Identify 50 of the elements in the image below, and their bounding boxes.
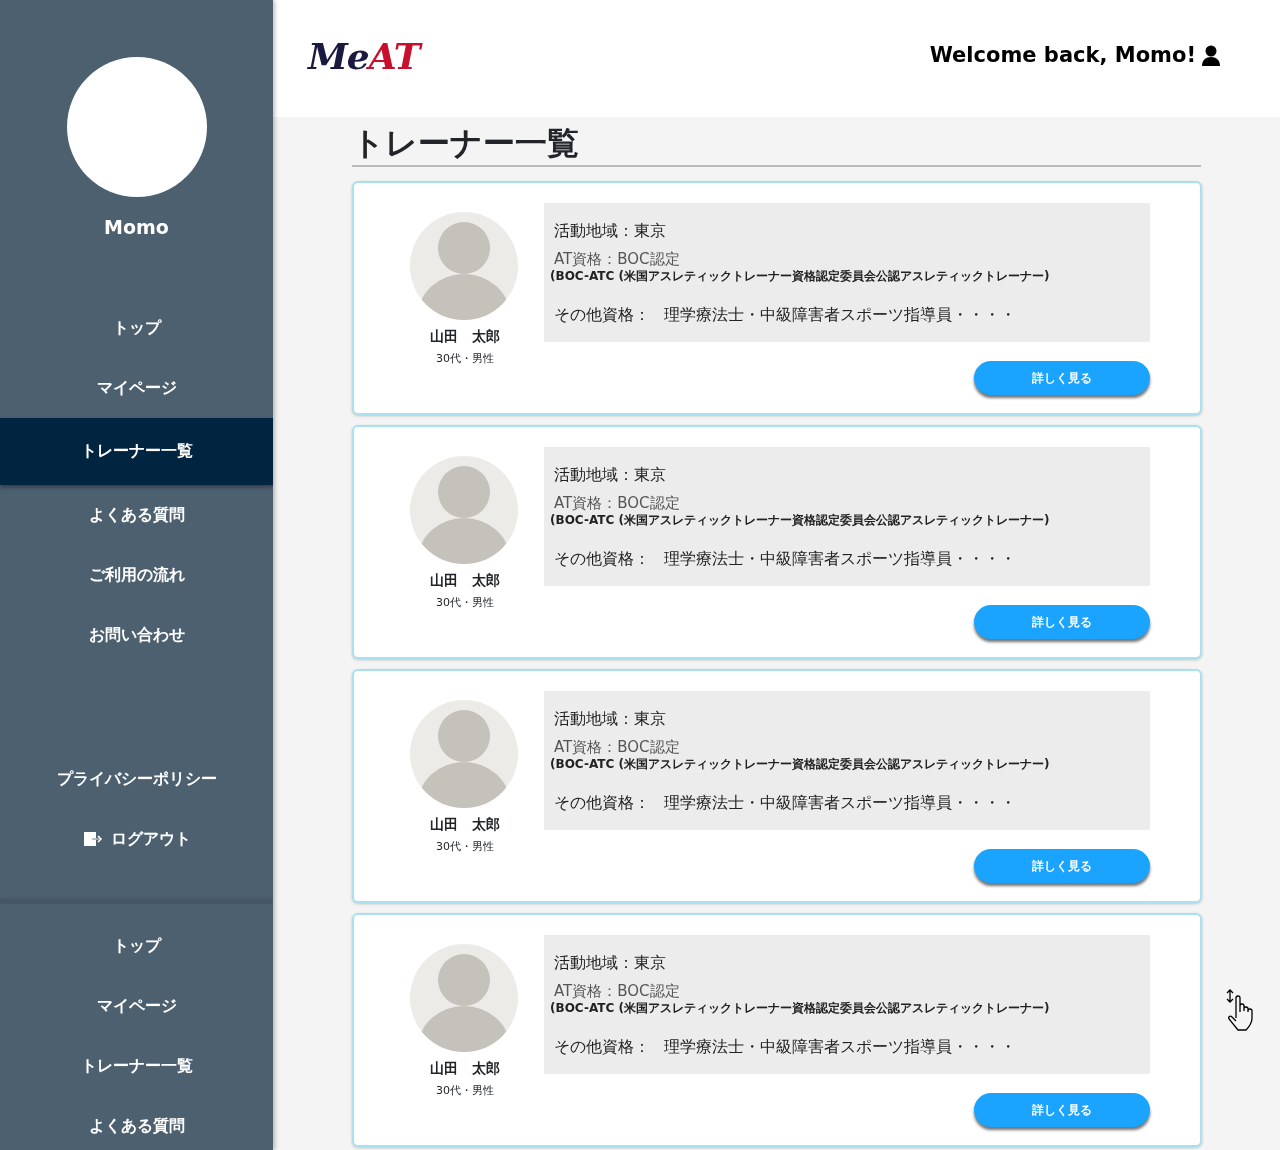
trainer-name: 山田 太郎 (429, 326, 501, 346)
trainer-name: 山田 太郎 (429, 814, 501, 834)
certification-detail: (BOC-ATC (米国アスレティックトレーナー資格認定委員会公認アスレティックトレーナー) (550, 512, 1051, 530)
user-icon[interactable] (1202, 44, 1220, 67)
nav-link[interactable]: トップ (0, 297, 273, 358)
other-qualifications-label: その他資格： (554, 1037, 650, 1057)
trainer-age-gender: 30代・男性 (435, 350, 495, 367)
welcome-text: Welcome back, Momo! (929, 41, 1196, 69)
other-qualifications-label: その他資格： (554, 549, 650, 569)
certification-text: AT資格：BOC認定 (554, 494, 681, 512)
avatar-placeholder-icon (410, 699, 518, 808)
trainer-age-gender: 30代・男性 (435, 594, 495, 611)
other-qualifications-value: 理学療法士・中級障害者スポーツ指導員・・・・ (664, 305, 1016, 325)
trainer-name: 山田 太郎 (429, 1058, 501, 1078)
certification-detail: (BOC-ATC (米国アスレティックトレーナー資格認定委員会公認アスレティックトレーナー) (550, 1000, 1051, 1018)
certification-text: AT資格：BOC認定 (554, 738, 681, 756)
other-qualifications-label: その他資格： (554, 305, 650, 325)
nav-link[interactable]: プライバシーポリシー (0, 748, 273, 809)
trainer-age-gender: 30代・男性 (435, 838, 495, 855)
avatar-placeholder-icon (410, 943, 518, 1052)
nav-link[interactable]: マイページ (0, 975, 273, 1036)
avatar-placeholder-icon (410, 455, 518, 564)
region-text: 活動地域：東京 (554, 219, 667, 242)
nav-link[interactable]: よくある質問 (0, 1095, 273, 1150)
region-text: 活動地域：東京 (554, 463, 667, 486)
hand-pointer-icon (1225, 988, 1255, 1032)
nav-link[interactable]: ご利用の流れ (0, 544, 273, 605)
avatar-placeholder-icon (410, 211, 518, 320)
other-qualifications-value: 理学療法士・中級障害者スポーツ指導員・・・・ (664, 1037, 1016, 1057)
nav-link[interactable]: トレーナー一覧 (0, 417, 273, 485)
certification-text: AT資格：BOC認定 (554, 982, 681, 1000)
logout-icon (82, 830, 103, 847)
trainer-age-gender: 30代・男性 (435, 1082, 495, 1099)
nav-link[interactable]: トップ (0, 915, 273, 976)
other-qualifications-value: 理学療法士・中級障害者スポーツ指導員・・・・ (664, 793, 1016, 813)
region-text: 活動地域：東京 (554, 951, 667, 974)
nav-link[interactable]: よくある質問 (0, 484, 273, 545)
nav-link[interactable]: トレーナー一覧 (0, 1035, 273, 1096)
certification-text: AT資格：BOC認定 (554, 250, 681, 268)
nav-link[interactable]: ログアウト (0, 808, 273, 869)
other-qualifications-value: 理学療法士・中級障害者スポーツ指導員・・・・ (664, 549, 1016, 569)
certification-detail: (BOC-ATC (米国アスレティックトレーナー資格認定委員会公認アスレティックトレーナー) (550, 756, 1051, 774)
nav-link[interactable]: お問い合わせ (0, 604, 273, 665)
page-title: トレーナー一覧 (352, 123, 1201, 167)
region-text: 活動地域：東京 (554, 707, 667, 730)
certification-detail: (BOC-ATC (米国アスレティックトレーナー資格認定委員会公認アスレティックトレーナー) (550, 268, 1051, 286)
other-qualifications-label: その他資格： (554, 793, 650, 813)
trainer-name: 山田 太郎 (429, 570, 501, 590)
nav-link[interactable]: マイページ (0, 357, 273, 418)
user-name: Momo (103, 215, 170, 240)
